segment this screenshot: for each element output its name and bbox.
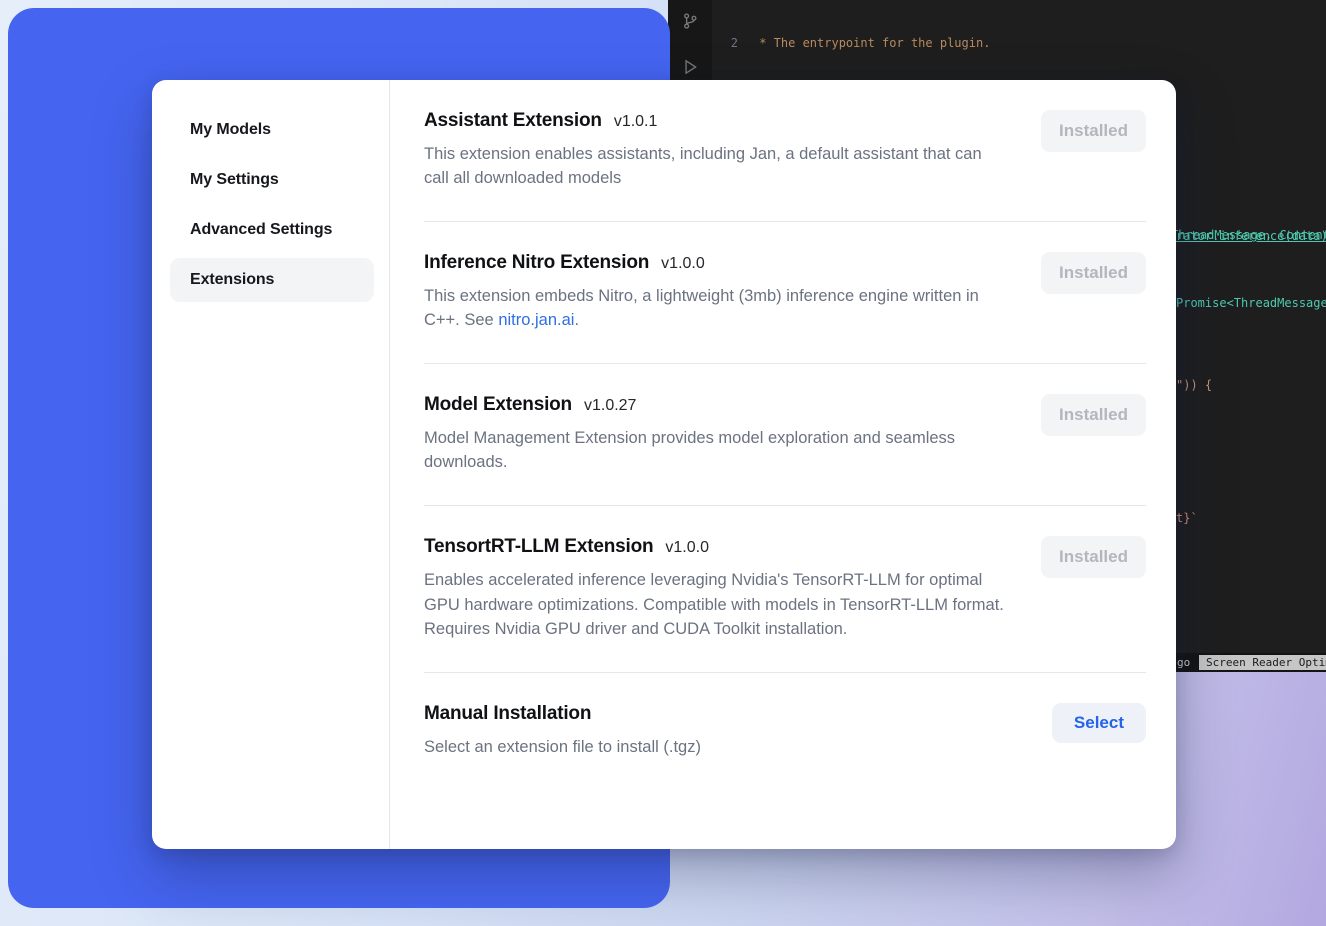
- statusbar-text: go: [1177, 656, 1190, 669]
- description-text: This extension enables assistants, inclu…: [424, 145, 982, 187]
- line-number: 2: [712, 35, 738, 51]
- extension-name: Assistant Extension: [424, 110, 602, 132]
- extension-row-model: Model Extension v1.0.27 Model Management…: [424, 364, 1146, 506]
- select-file-button[interactable]: Select: [1052, 703, 1146, 743]
- extension-row-nitro: Inference Nitro Extension v1.0.0 This ex…: [424, 222, 1146, 364]
- extension-version: v1.0.27: [584, 397, 636, 415]
- description-text: Enables accelerated inference leveraging…: [424, 571, 1004, 637]
- sidebar-item-extensions[interactable]: Extensions: [170, 258, 374, 302]
- installed-button[interactable]: Installed: [1041, 110, 1146, 152]
- code-fragment: ")) {: [1176, 378, 1212, 392]
- extensions-panel: Assistant Extension v1.0.1 This extensio…: [390, 80, 1176, 849]
- code-fragment: rator.inference(data));: [1176, 229, 1326, 243]
- description-text: .: [574, 311, 579, 329]
- extension-description: Enables accelerated inference leveraging…: [424, 568, 1006, 640]
- extension-description: This extension enables assistants, inclu…: [424, 142, 1006, 190]
- manual-installation-description: Select an extension file to install (.tg…: [424, 735, 701, 759]
- installed-button[interactable]: Installed: [1041, 536, 1146, 578]
- settings-sidebar: My Models My Settings Advanced Settings …: [152, 80, 390, 849]
- extension-version: v1.0.1: [614, 113, 658, 131]
- sidebar-item-my-models[interactable]: My Models: [170, 108, 374, 152]
- extension-description: This extension embeds Nitro, a lightweig…: [424, 284, 1006, 332]
- extension-name: Inference Nitro Extension: [424, 252, 649, 274]
- nitro-jan-ai-link[interactable]: nitro.jan.ai: [498, 311, 574, 329]
- manual-installation-row: Manual Installation Select an extension …: [424, 673, 1146, 783]
- sidebar-item-my-settings[interactable]: My Settings: [170, 158, 374, 202]
- code-fragment: t}`: [1176, 511, 1198, 525]
- extension-name: TensortRT-LLM Extension: [424, 536, 653, 558]
- manual-installation-title: Manual Installation: [424, 703, 591, 725]
- code-fragment: Promise<ThreadMessage>: [1176, 296, 1326, 310]
- extension-description: Model Management Extension provides mode…: [424, 426, 1006, 474]
- extension-name: Model Extension: [424, 394, 572, 416]
- extension-version: v1.0.0: [661, 255, 705, 273]
- description-text: Select an extension file to install (.tg…: [424, 738, 701, 756]
- extension-row-tensorrt: TensortRT-LLM Extension v1.0.0 Enables a…: [424, 506, 1146, 672]
- sidebar-item-advanced-settings[interactable]: Advanced Settings: [170, 208, 374, 252]
- extension-version: v1.0.0: [665, 539, 709, 557]
- installed-button[interactable]: Installed: [1041, 394, 1146, 436]
- installed-button[interactable]: Installed: [1041, 252, 1146, 294]
- source-control-icon[interactable]: [681, 12, 699, 30]
- settings-modal: My Models My Settings Advanced Settings …: [152, 80, 1176, 849]
- run-debug-icon[interactable]: [681, 58, 699, 76]
- code-line: 2 * The entrypoint for the plugin.: [712, 35, 1326, 51]
- description-text: Model Management Extension provides mode…: [424, 429, 955, 471]
- extension-row-assistant: Assistant Extension v1.0.1 This extensio…: [424, 80, 1146, 222]
- screen-reader-optimized-chip[interactable]: Screen Reader Optimized: [1199, 655, 1326, 670]
- code-comment: * The entrypoint for the plugin.: [752, 35, 990, 51]
